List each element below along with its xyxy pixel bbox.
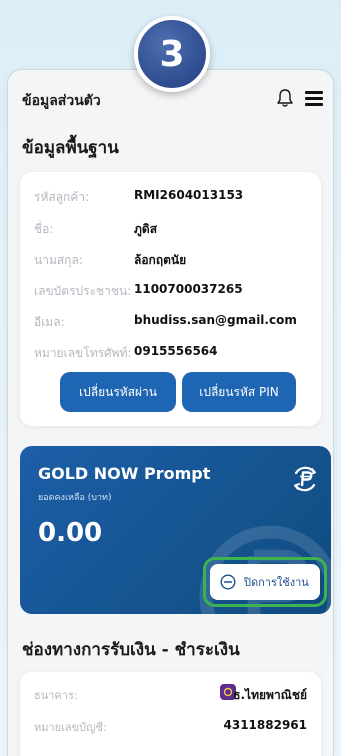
info-label: หมายเลขโทรศัพท์: [34, 346, 132, 360]
info-value: 0915556564 [134, 344, 218, 358]
bank-label: ธนาคาร: [34, 689, 78, 702]
payment-channel-card: ธนาคาร: ธ.ไทยพาณิชย์ หมายเลขบัญชี: 43118… [20, 672, 321, 756]
info-label: ชื่อ: [34, 222, 54, 236]
info-value: 1100700037265 [134, 282, 243, 296]
change-pin-button[interactable]: เปลี่ยนรหัส PIN [182, 372, 296, 412]
info-label: รหัสลูกค้า: [34, 190, 90, 204]
disable-service-button[interactable]: ปิดการใช้งาน [210, 564, 320, 600]
info-value: ภูดิส [134, 222, 158, 236]
gold-now-prompt-card: GOLD NOW Prompt ยอดคงเหลือ (บาท) 0.00 ปิ… [20, 446, 331, 614]
bank-value: ธ.ไทยพาณิชย์ [233, 688, 307, 702]
payment-channel-title: ช่องทางการรับเงิน - ชำระเงิน [22, 640, 240, 660]
card-product-name: GOLD NOW Prompt [38, 464, 211, 483]
hamburger-menu-icon[interactable] [305, 91, 323, 106]
step-number: 3 [159, 33, 185, 75]
bell-icon[interactable] [276, 88, 294, 108]
minus-circle-icon [220, 574, 236, 590]
info-label: อีเมล: [34, 315, 65, 329]
prompt-logo-icon [294, 466, 316, 492]
phone-frame: ข้อมูลส่วนตัว ข้อมูลพื้นฐาน รหัสลูกค้า: … [8, 70, 333, 756]
basic-info-card: รหัสลูกค้า: RMI2604013153 ชื่อ: ภูดิส นา… [20, 172, 321, 426]
change-password-button[interactable]: เปลี่ยนรหัสผ่าน [60, 372, 176, 412]
info-value: RMI2604013153 [134, 188, 244, 202]
balance-label: ยอดคงเหลือ (บาท) [38, 493, 112, 503]
step-number-badge: 3 [134, 16, 210, 92]
info-label: นามสกุล: [34, 253, 83, 267]
info-label: เลขบัตรประชาชน: [34, 284, 132, 298]
info-value: ล้อกฤตนัย [134, 253, 187, 267]
account-label: หมายเลขบัญชี: [34, 721, 107, 734]
page-title: ข้อมูลส่วนตัว [22, 93, 101, 109]
account-value: 4311882961 [223, 718, 308, 732]
basic-info-title: ข้อมูลพื้นฐาน [22, 138, 119, 158]
balance-amount: 0.00 [38, 518, 103, 548]
info-value: bhudiss.san@gmail.com [134, 313, 297, 327]
disable-service-label: ปิดการใช้งาน [244, 576, 309, 589]
